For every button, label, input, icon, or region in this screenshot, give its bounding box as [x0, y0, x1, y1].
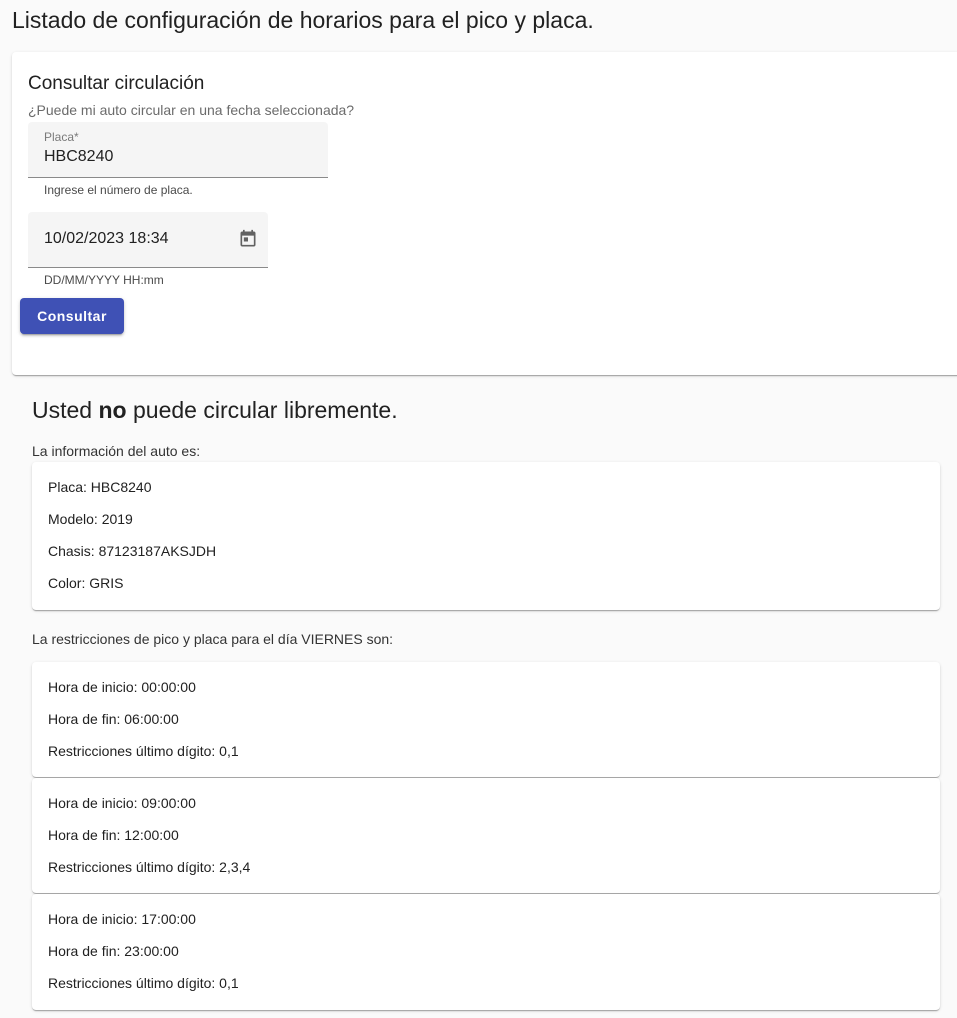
car-color: Color: GRIS: [48, 575, 124, 591]
restriction-start: Hora de inicio: 17:00:00: [48, 911, 196, 927]
result-suffix: puede circular libremente.: [126, 397, 398, 423]
restriction-end: Hora de fin: 06:00:00: [48, 711, 179, 727]
date-field-value[interactable]: 10/02/2023 18:34: [44, 230, 169, 248]
query-card: Consultar circulación ¿Puede mi auto cir…: [12, 52, 957, 375]
restrictions-section-label: La restricciones de pico y placa para el…: [32, 631, 394, 647]
date-field[interactable]: 10/02/2023 18:34: [28, 212, 268, 268]
restriction-end: Hora de fin: 12:00:00: [48, 827, 179, 843]
restriction-start: Hora de inicio: 09:00:00: [48, 795, 196, 811]
card-title: Consultar circulación: [28, 73, 205, 94]
car-info-card: Placa: HBC8240 Modelo: 2019 Chasis: 8712…: [32, 462, 940, 610]
card-subtitle: ¿Puede mi auto circular en una fecha sel…: [28, 102, 355, 118]
plate-field-hint: Ingrese el número de placa.: [44, 183, 193, 197]
plate-field-value[interactable]: HBC8240: [44, 148, 113, 166]
calendar-icon[interactable]: [238, 229, 258, 249]
car-plate: Placa: HBC8240: [48, 479, 152, 495]
car-section-label: La información del auto es:: [32, 443, 201, 459]
restriction-card: Hora de inicio: 17:00:00 Hora de fin: 23…: [32, 894, 940, 1010]
consultar-button[interactable]: Consultar: [20, 298, 124, 334]
restriction-digits: Restricciones último dígito: 0,1: [48, 743, 239, 759]
plate-field[interactable]: Placa* HBC8240: [28, 122, 328, 178]
plate-field-label: Placa*: [44, 130, 79, 144]
car-chassis: Chasis: 87123187AKSJDH: [48, 543, 217, 559]
page-title: Listado de configuración de horarios par…: [12, 7, 594, 33]
restriction-card: Hora de inicio: 00:00:00 Hora de fin: 06…: [32, 662, 940, 777]
result-emphasis: no: [98, 397, 127, 423]
car-model: Modelo: 2019: [48, 511, 133, 527]
restriction-card: Hora de inicio: 09:00:00 Hora de fin: 12…: [32, 778, 940, 893]
result-heading: Usted no puede circular libremente.: [32, 395, 398, 425]
date-field-hint: DD/MM/YYYY HH:mm: [44, 273, 164, 287]
restriction-digits: Restricciones último dígito: 2,3,4: [48, 859, 251, 875]
restriction-start: Hora de inicio: 00:00:00: [48, 679, 196, 695]
restriction-end: Hora de fin: 23:00:00: [48, 943, 179, 959]
result-prefix: Usted: [32, 397, 99, 423]
restriction-digits: Restricciones último dígito: 0,1: [48, 975, 239, 991]
